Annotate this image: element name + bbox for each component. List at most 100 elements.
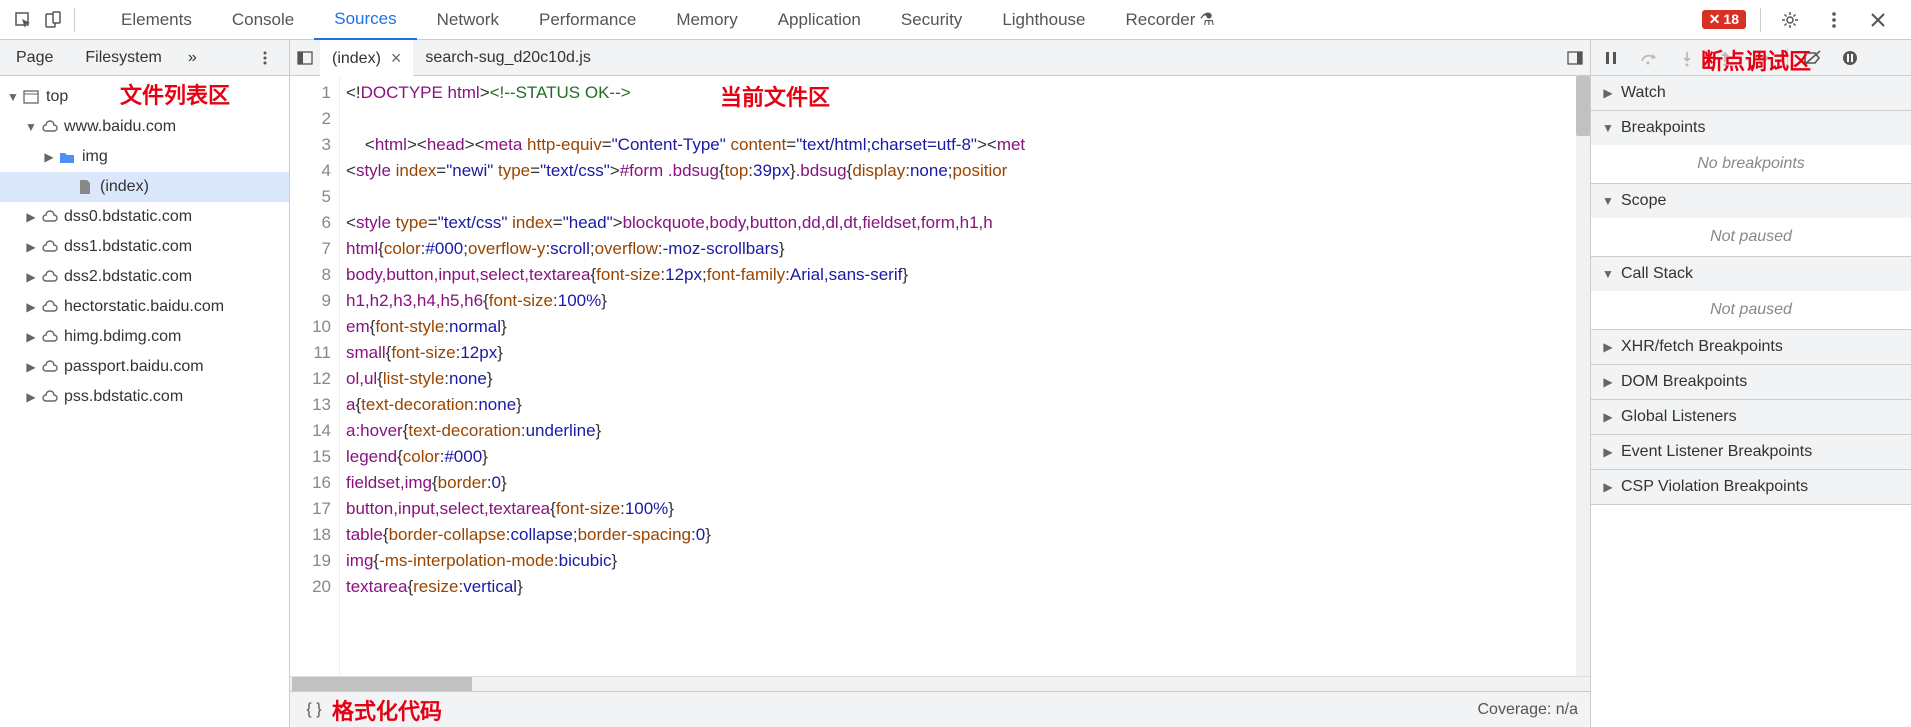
tree-item-label: pss.bdstatic.com — [64, 388, 183, 406]
separator — [1787, 48, 1788, 68]
vertical-scrollbar[interactable] — [1576, 76, 1590, 676]
pane-header[interactable]: ▶Global Listeners — [1591, 400, 1911, 434]
tree-item-label: img — [82, 148, 108, 166]
tree-item[interactable]: ▶passport.baidu.com — [0, 352, 289, 382]
panel-tab-recorder[interactable]: Recorder ⚗ — [1106, 0, 1235, 40]
panel-tab-console[interactable]: Console — [212, 0, 314, 40]
pane-header[interactable]: ▼Scope — [1591, 184, 1911, 218]
navigator-menu-icon[interactable] — [241, 50, 289, 66]
pane-header[interactable]: ▶Event Listener Breakpoints — [1591, 435, 1911, 469]
separator — [74, 8, 75, 32]
step-over-icon[interactable] — [1635, 44, 1663, 72]
tree-item[interactable]: ▶dss0.bdstatic.com — [0, 202, 289, 232]
pane-header[interactable]: ▼Call Stack — [1591, 257, 1911, 291]
panel-tab-lighthouse[interactable]: Lighthouse — [982, 0, 1105, 40]
panel-tab-network[interactable]: Network — [417, 0, 519, 40]
device-mode-icon[interactable] — [38, 5, 68, 35]
debugger-pane: ▶CSP Violation Breakpoints — [1591, 470, 1911, 505]
tree-item[interactable]: ▶dss1.bdstatic.com — [0, 232, 289, 262]
tree-item-label: dss0.bdstatic.com — [64, 208, 192, 226]
panel-tab-performance[interactable]: Performance — [519, 0, 656, 40]
cloud-icon — [40, 208, 58, 226]
pane-header[interactable]: ▶DOM Breakpoints — [1591, 365, 1911, 399]
separator — [1760, 8, 1761, 32]
code-editor[interactable]: 1234567891011121314151617181920 <!DOCTYP… — [290, 76, 1590, 676]
tree-item[interactable]: ▶dss2.bdstatic.com — [0, 262, 289, 292]
pane-body: Not paused — [1591, 218, 1911, 256]
pane-label: Event Listener Breakpoints — [1621, 443, 1812, 461]
file-tree: 文件列表区 ▼top▼www.baidu.com▶img(index)▶dss0… — [0, 76, 289, 727]
deactivate-breakpoints-icon[interactable] — [1798, 44, 1826, 72]
cloud-icon — [40, 298, 58, 316]
pane-label: DOM Breakpoints — [1621, 373, 1747, 391]
panel-tab-elements[interactable]: Elements — [101, 0, 212, 40]
navigator-tabs-more-icon[interactable]: » — [178, 49, 207, 67]
more-menu-icon[interactable] — [1819, 5, 1849, 35]
pane-label: XHR/fetch Breakpoints — [1621, 338, 1783, 356]
debugger-toolbar — [1591, 40, 1911, 76]
cloud-icon — [40, 238, 58, 256]
pane-label: Watch — [1621, 84, 1666, 102]
file-tab[interactable]: search-sug_d20c10d.js — [413, 40, 602, 76]
close-devtools-icon[interactable] — [1863, 5, 1893, 35]
debugger-pane: ▶Global Listeners — [1591, 400, 1911, 435]
coverage-status: Coverage: n/a — [1477, 701, 1578, 719]
pane-header[interactable]: ▶Watch — [1591, 76, 1911, 110]
cloud-icon — [40, 328, 58, 346]
tree-item[interactable]: ▼www.baidu.com — [0, 112, 289, 142]
folder-icon — [58, 148, 76, 166]
debugger-pane: ▼BreakpointsNo breakpoints — [1591, 111, 1911, 184]
navigator-panel: Page Filesystem » 文件列表区 ▼top▼www.baidu.c… — [0, 40, 290, 727]
toggle-navigator-icon[interactable] — [290, 40, 320, 76]
window-icon — [22, 88, 40, 106]
step-into-icon[interactable] — [1673, 44, 1701, 72]
cloud-icon — [40, 358, 58, 376]
code-area[interactable]: <!DOCTYPE html><!--STATUS OK--> <html><h… — [340, 76, 1590, 676]
tree-item-label: www.baidu.com — [64, 118, 176, 136]
pane-header[interactable]: ▶CSP Violation Breakpoints — [1591, 470, 1911, 504]
close-tab-icon[interactable]: × — [391, 48, 402, 69]
toggle-debugger-icon[interactable] — [1560, 49, 1590, 67]
debugger-pane: ▶XHR/fetch Breakpoints — [1591, 330, 1911, 365]
pause-on-exceptions-icon[interactable] — [1836, 44, 1864, 72]
tree-item[interactable]: ▶hectorstatic.baidu.com — [0, 292, 289, 322]
panel-tab-sources[interactable]: Sources — [314, 0, 416, 40]
tree-item[interactable]: (index) — [0, 172, 289, 202]
tree-item-label: dss1.bdstatic.com — [64, 238, 192, 256]
pane-body: Not paused — [1591, 291, 1911, 329]
pane-label: Call Stack — [1621, 265, 1693, 283]
horizontal-scrollbar[interactable] — [290, 676, 1590, 691]
panel-tabs: ElementsConsoleSourcesNetworkPerformance… — [101, 0, 1702, 40]
tree-item-label: (index) — [100, 178, 149, 196]
annotation-format-code: 格式化代码 — [332, 694, 442, 726]
file-icon — [76, 178, 94, 196]
pane-header[interactable]: ▶XHR/fetch Breakpoints — [1591, 330, 1911, 364]
tree-item[interactable]: ▼top — [0, 82, 289, 112]
navigator-tab-page[interactable]: Page — [0, 40, 69, 76]
tree-item[interactable]: ▶img — [0, 142, 289, 172]
pane-header[interactable]: ▼Breakpoints — [1591, 111, 1911, 145]
step-icon[interactable] — [1749, 44, 1777, 72]
navigator-tab-filesystem[interactable]: Filesystem — [69, 40, 177, 76]
tree-item[interactable]: ▶pss.bdstatic.com — [0, 382, 289, 412]
panel-tab-application[interactable]: Application — [758, 0, 881, 40]
pane-label: Scope — [1621, 192, 1666, 210]
debugger-pane: ▶Event Listener Breakpoints — [1591, 435, 1911, 470]
tree-item[interactable]: ▶himg.bdimg.com — [0, 322, 289, 352]
debugger-pane: ▼ScopeNot paused — [1591, 184, 1911, 257]
panel-tab-security[interactable]: Security — [881, 0, 982, 40]
debugger-pane: ▶DOM Breakpoints — [1591, 365, 1911, 400]
file-tab[interactable]: (index)× — [320, 40, 413, 76]
settings-icon[interactable] — [1775, 5, 1805, 35]
pause-icon[interactable] — [1597, 44, 1625, 72]
inspect-element-icon[interactable] — [8, 5, 38, 35]
cloud-icon — [40, 118, 58, 136]
debugger-pane: ▶Watch — [1591, 76, 1911, 111]
pretty-print-icon[interactable]: { } — [302, 698, 326, 722]
panel-tab-memory[interactable]: Memory — [656, 0, 757, 40]
line-gutter[interactable]: 1234567891011121314151617181920 — [290, 76, 340, 676]
pane-label: Breakpoints — [1621, 119, 1706, 137]
error-indicator[interactable]: ✕18 — [1702, 10, 1746, 29]
step-out-icon[interactable] — [1711, 44, 1739, 72]
error-count: 18 — [1723, 11, 1739, 27]
